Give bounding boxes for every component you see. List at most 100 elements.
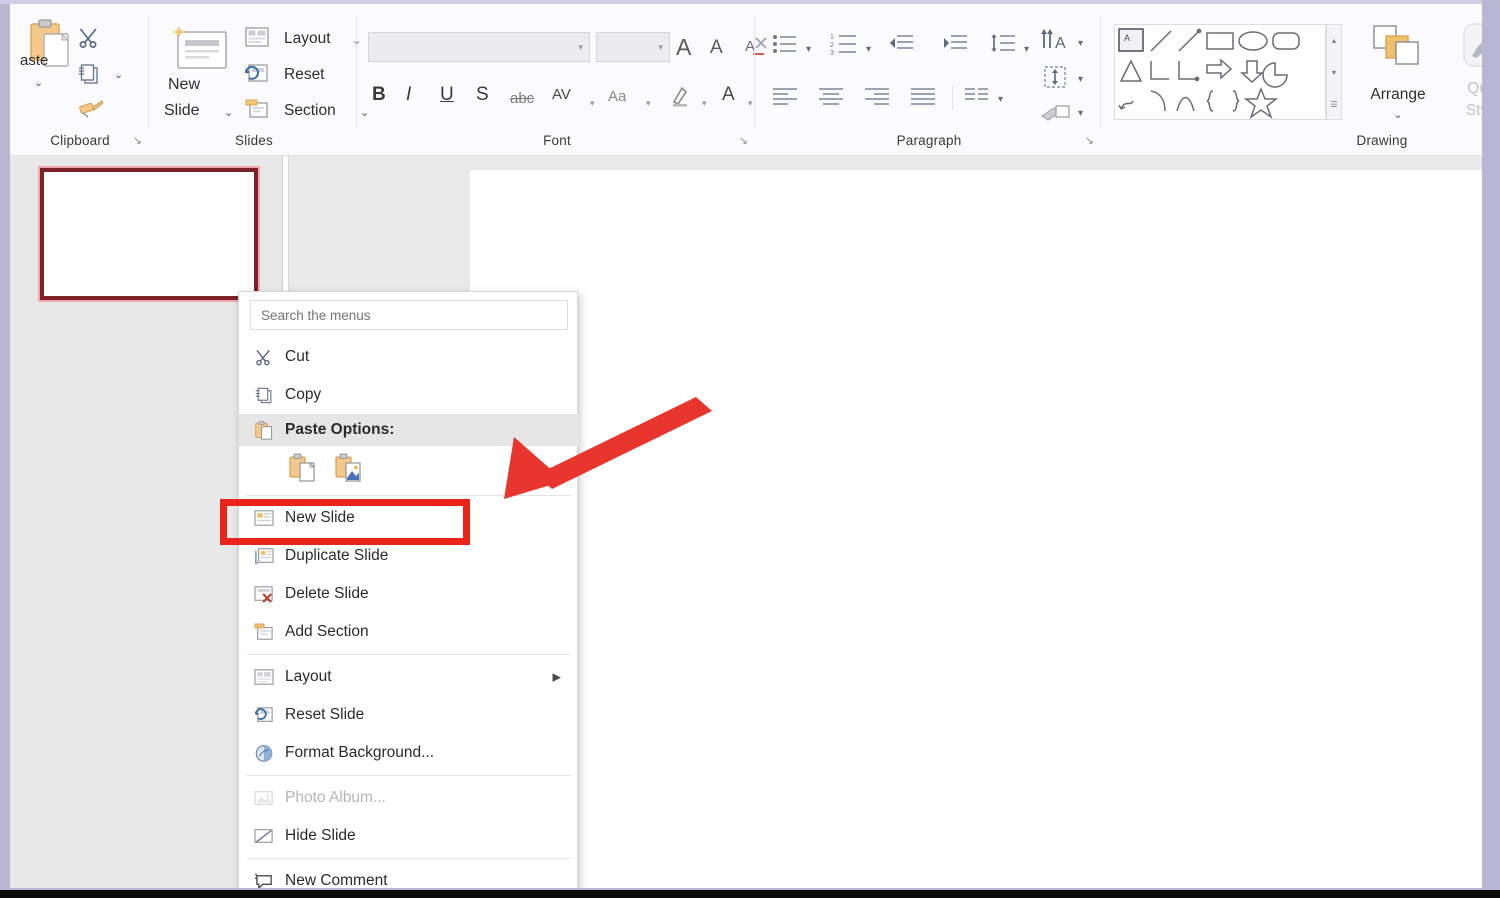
- align-right-icon[interactable]: [864, 86, 890, 111]
- reset-button[interactable]: Reset: [244, 62, 325, 92]
- menu-item-add-section[interactable]: Add Section: [239, 613, 579, 651]
- change-case-button[interactable]: Aa: [608, 88, 626, 105]
- context-menu[interactable]: Cut Copy: [238, 291, 579, 888]
- menu-item-label: Format Background...: [285, 744, 435, 761]
- photo-album-icon: [253, 787, 275, 809]
- menu-item-copy[interactable]: Copy: [239, 376, 579, 414]
- numbering-icon[interactable]: 1 2 3: [830, 32, 858, 61]
- decrease-font-size-button[interactable]: A: [710, 37, 723, 59]
- increase-indent-icon[interactable]: [942, 32, 968, 61]
- chevron-down-icon[interactable]: ▾: [866, 44, 871, 55]
- paste-keep-source-icon[interactable]: [289, 453, 319, 485]
- font-dialog-launcher[interactable]: ↘: [739, 134, 748, 147]
- italic-button[interactable]: I: [406, 84, 411, 106]
- menu-item-new-comment[interactable]: New Comment: [239, 862, 579, 888]
- ribbon-group-label-drawing: Drawing: [1356, 133, 1408, 148]
- arrange-button[interactable]: Arrange ⌄: [1352, 20, 1444, 121]
- menu-item-delete-slide[interactable]: Delete Slide: [239, 575, 579, 613]
- menu-search-box[interactable]: [250, 300, 568, 330]
- chevron-down-icon[interactable]: ▾: [1078, 38, 1083, 49]
- menu-item-label: Reset Slide: [285, 706, 365, 723]
- line-spacing-icon[interactable]: [990, 32, 1016, 61]
- strikethrough-button[interactable]: abc: [510, 90, 534, 107]
- menu-item-cut[interactable]: Cut: [239, 338, 579, 376]
- menu-item-reset-slide[interactable]: Reset Slide: [239, 696, 579, 734]
- shapes-gallery-scrollbar[interactable]: ▴ ▾ ☰: [1326, 24, 1342, 120]
- scissors-icon[interactable]: [78, 26, 102, 55]
- new-slide-icon[interactable]: [170, 24, 232, 79]
- bold-button[interactable]: B: [372, 84, 386, 106]
- chevron-down-icon[interactable]: ▾: [1078, 108, 1083, 119]
- window-bottom-edge: [0, 890, 1500, 898]
- arrange-dropdown-caret[interactable]: ⌄: [1352, 108, 1444, 121]
- paste-button-label[interactable]: aste: [20, 52, 48, 69]
- slide-canvas[interactable]: [470, 170, 1482, 888]
- decrease-indent-icon[interactable]: [888, 32, 914, 61]
- menu-item-new-slide[interactable]: New Slide: [239, 499, 579, 537]
- paste-picture-icon[interactable]: [335, 453, 365, 485]
- ribbon-group-label-clipboard: Clipboard: [50, 133, 110, 148]
- character-spacing-button[interactable]: AV: [552, 86, 571, 103]
- chevron-down-icon[interactable]: ▾: [748, 98, 753, 109]
- menu-item-duplicate-slide[interactable]: Duplicate Slide: [239, 537, 579, 575]
- font-color-button[interactable]: A: [722, 84, 735, 106]
- columns-icon[interactable]: [964, 86, 990, 111]
- paste-dropdown-caret[interactable]: ⌄: [34, 76, 43, 89]
- reset-button-label: Reset: [284, 66, 325, 83]
- powerpoint-window: aste ⌄ ⌄ Clipboard ↘ New Slide ⌄ Layout …: [10, 4, 1482, 888]
- new-slide-button-label-line2[interactable]: Slide: [164, 102, 200, 120]
- font-name-input[interactable]: ▾: [368, 32, 590, 62]
- scroll-more-icon[interactable]: ☰: [1327, 89, 1341, 120]
- menu-item-layout[interactable]: Layout ▶: [239, 658, 579, 696]
- bullets-icon[interactable]: [772, 32, 798, 61]
- shapes-gallery[interactable]: A: [1114, 24, 1326, 120]
- justify-icon[interactable]: [910, 86, 936, 111]
- chevron-down-icon[interactable]: ▾: [1078, 74, 1083, 85]
- chevron-down-icon[interactable]: ▾: [590, 98, 595, 109]
- slide-thumbnail-1[interactable]: [40, 168, 258, 300]
- chevron-down-icon[interactable]: ▾: [1024, 44, 1029, 55]
- quick-styles-label-line1: Quick: [1467, 80, 1482, 97]
- increase-font-size-button[interactable]: A: [676, 34, 691, 61]
- scroll-down-icon[interactable]: ▾: [1327, 57, 1341, 88]
- section-button-label: Section: [284, 102, 336, 119]
- workspace: [10, 156, 1482, 888]
- paragraph-dialog-launcher[interactable]: ↘: [1085, 134, 1094, 147]
- text-direction-icon[interactable]: A: [1040, 26, 1072, 57]
- align-text-icon[interactable]: [1042, 64, 1070, 95]
- reset-icon: [244, 64, 270, 88]
- copy-icon[interactable]: [78, 62, 102, 91]
- layout-button[interactable]: Layout ⌄: [244, 26, 361, 56]
- text-shadow-button[interactable]: S: [476, 84, 489, 106]
- new-slide-button-label-line1[interactable]: New: [168, 76, 200, 94]
- smartart-icon[interactable]: [1040, 100, 1072, 129]
- align-center-icon[interactable]: [818, 86, 844, 111]
- font-size-input[interactable]: ▾: [596, 32, 670, 62]
- menu-item-hide-slide[interactable]: Hide Slide: [239, 817, 579, 855]
- menu-item-label: New Slide: [285, 509, 355, 526]
- clipboard-dialog-launcher[interactable]: ↘: [133, 134, 142, 147]
- svg-text:2: 2: [830, 42, 834, 49]
- new-slide-icon: [253, 507, 275, 529]
- text-highlight-icon[interactable]: [670, 84, 694, 113]
- underline-button[interactable]: U: [440, 84, 454, 106]
- align-left-icon[interactable]: [772, 86, 798, 111]
- menu-separator: [247, 858, 571, 859]
- copy-dropdown-caret[interactable]: ⌄: [114, 68, 123, 81]
- ribbon-group-label-paragraph: Paragraph: [896, 133, 962, 148]
- chevron-down-icon[interactable]: ▾: [702, 98, 707, 109]
- chevron-down-icon[interactable]: ▾: [646, 98, 651, 109]
- chevron-down-icon[interactable]: ▾: [658, 42, 663, 53]
- section-icon: [244, 99, 270, 124]
- chevron-down-icon[interactable]: ▾: [998, 94, 1003, 105]
- submenu-arrow-icon: ▶: [552, 671, 561, 684]
- chevron-down-icon[interactable]: ▾: [578, 42, 583, 53]
- search-input[interactable]: [251, 301, 567, 329]
- menu-item-format-background[interactable]: Format Background...: [239, 734, 579, 772]
- chevron-down-icon[interactable]: ▾: [806, 44, 811, 55]
- quick-styles-button[interactable]: Quick Styles: [1444, 20, 1482, 119]
- format-painter-icon[interactable]: [78, 98, 104, 127]
- section-button[interactable]: Section ⌄: [244, 98, 369, 128]
- new-slide-dropdown-caret[interactable]: ⌄: [224, 106, 233, 119]
- scroll-up-icon[interactable]: ▴: [1327, 25, 1341, 56]
